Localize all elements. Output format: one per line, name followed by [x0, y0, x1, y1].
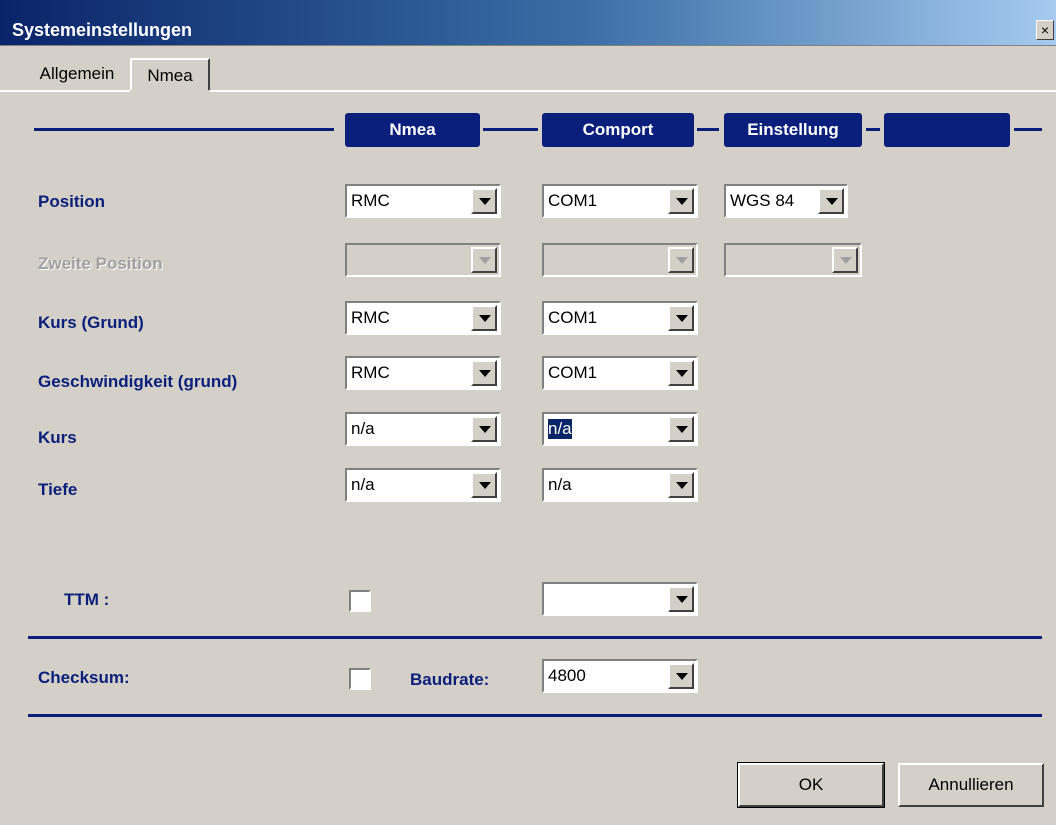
kurs-grund-comport-value: COM1: [548, 308, 598, 327]
header-line-left: [34, 128, 334, 131]
close-button[interactable]: ×: [1036, 20, 1054, 40]
label-kurs: Kurs: [38, 428, 77, 447]
column-header-empty: [884, 113, 1010, 147]
ttm-comport-select[interactable]: [542, 582, 698, 616]
dropdown-button[interactable]: [471, 472, 497, 498]
tiefe-nmea-select[interactable]: n/a: [345, 468, 501, 502]
geschwindigkeit-comport-select[interactable]: COM1: [542, 356, 698, 390]
label-checksum: Checksum:: [38, 668, 130, 687]
header-line-3: [866, 128, 880, 131]
dropdown-button: [668, 247, 694, 273]
column-header-nmea: Nmea: [345, 113, 480, 147]
kurs-nmea-value: n/a: [351, 419, 375, 438]
separator-line-1: [28, 636, 1042, 639]
dropdown-button[interactable]: [668, 472, 694, 498]
header-line-right: [1014, 128, 1042, 131]
title-bar: Systemeinstellungen ×: [0, 0, 1056, 46]
label-geschwindigkeit: Geschwindigkeit (grund): [38, 372, 238, 391]
dropdown-button[interactable]: [668, 416, 694, 442]
tab-nmea[interactable]: Nmea: [130, 58, 210, 90]
chevron-down-icon: [676, 482, 688, 489]
dropdown-button[interactable]: [668, 305, 694, 331]
kurs-grund-comport-select[interactable]: COM1: [542, 301, 698, 335]
dropdown-button: [832, 247, 858, 273]
chevron-down-icon: [826, 198, 838, 205]
chevron-down-icon: [676, 426, 688, 433]
chevron-down-icon: [676, 315, 688, 322]
label-ttm: TTM :: [64, 590, 110, 609]
dropdown-button[interactable]: [471, 416, 497, 442]
ttm-checkbox[interactable]: [349, 590, 371, 612]
kurs-comport-select[interactable]: n/a: [542, 412, 698, 446]
position-comport-value: COM1: [548, 191, 598, 210]
separator-line-2: [28, 714, 1042, 717]
baudrate-value: 4800: [548, 666, 586, 685]
kurs-nmea-select[interactable]: n/a: [345, 412, 501, 446]
window-title: Systemeinstellungen: [12, 20, 193, 40]
position-comport-select[interactable]: COM1: [542, 184, 698, 218]
zweite-position-nmea-select: [345, 243, 501, 277]
dropdown-button[interactable]: [668, 586, 694, 612]
label-tiefe: Tiefe: [38, 480, 78, 499]
dropdown-button[interactable]: [668, 360, 694, 386]
dropdown-button: [471, 247, 497, 273]
kurs-grund-nmea-value: RMC: [351, 308, 390, 327]
dropdown-button[interactable]: [471, 188, 497, 214]
tiefe-nmea-value: n/a: [351, 475, 375, 494]
cancel-button[interactable]: Annullieren: [898, 763, 1044, 807]
chevron-down-icon: [676, 370, 688, 377]
tab-strip: Allgemein Nmea: [0, 46, 1056, 92]
checksum-checkbox[interactable]: [349, 668, 371, 690]
chevron-down-icon: [479, 198, 491, 205]
tab-border-right: [210, 90, 1056, 92]
label-baudrate: Baudrate:: [410, 670, 490, 689]
baudrate-select[interactable]: 4800: [542, 659, 698, 693]
label-position: Position: [38, 192, 106, 211]
dropdown-button[interactable]: [471, 360, 497, 386]
tab-allgemein[interactable]: Allgemein: [24, 58, 130, 90]
column-header-einstellung: Einstellung: [724, 113, 862, 147]
geschwindigkeit-comport-value: COM1: [548, 363, 598, 382]
chevron-down-icon: [840, 257, 852, 264]
kurs-grund-nmea-select[interactable]: RMC: [345, 301, 501, 335]
header-line-1: [483, 128, 538, 131]
zweite-position-comport-select: [542, 243, 698, 277]
dropdown-button[interactable]: [818, 188, 844, 214]
position-einstellung-value: WGS 84: [730, 191, 795, 210]
column-header-comport: Comport: [542, 113, 694, 147]
chevron-down-icon: [676, 257, 688, 264]
kurs-comport-value: n/a: [548, 419, 572, 439]
chevron-down-icon: [676, 673, 688, 680]
geschwindigkeit-nmea-select[interactable]: RMC: [345, 356, 501, 390]
dropdown-button[interactable]: [471, 305, 497, 331]
chevron-down-icon: [479, 482, 491, 489]
tiefe-comport-select[interactable]: n/a: [542, 468, 698, 502]
position-einstellung-select[interactable]: WGS 84: [724, 184, 848, 218]
tiefe-comport-value: n/a: [548, 475, 572, 494]
position-nmea-value: RMC: [351, 191, 390, 210]
dropdown-button[interactable]: [668, 663, 694, 689]
chevron-down-icon: [676, 198, 688, 205]
label-kurs-grund: Kurs (Grund): [38, 313, 144, 332]
chevron-down-icon: [676, 596, 688, 603]
geschwindigkeit-nmea-value: RMC: [351, 363, 390, 382]
chevron-down-icon: [479, 370, 491, 377]
header-line-2: [697, 128, 719, 131]
tab-border-left: [0, 90, 130, 92]
dropdown-button[interactable]: [668, 188, 694, 214]
chevron-down-icon: [479, 315, 491, 322]
chevron-down-icon: [479, 426, 491, 433]
ok-button[interactable]: OK: [737, 762, 885, 808]
label-zweite-position: Zweite Position: [38, 254, 163, 273]
zweite-position-einstellung-select: [724, 243, 862, 277]
position-nmea-select[interactable]: RMC: [345, 184, 501, 218]
chevron-down-icon: [479, 257, 491, 264]
